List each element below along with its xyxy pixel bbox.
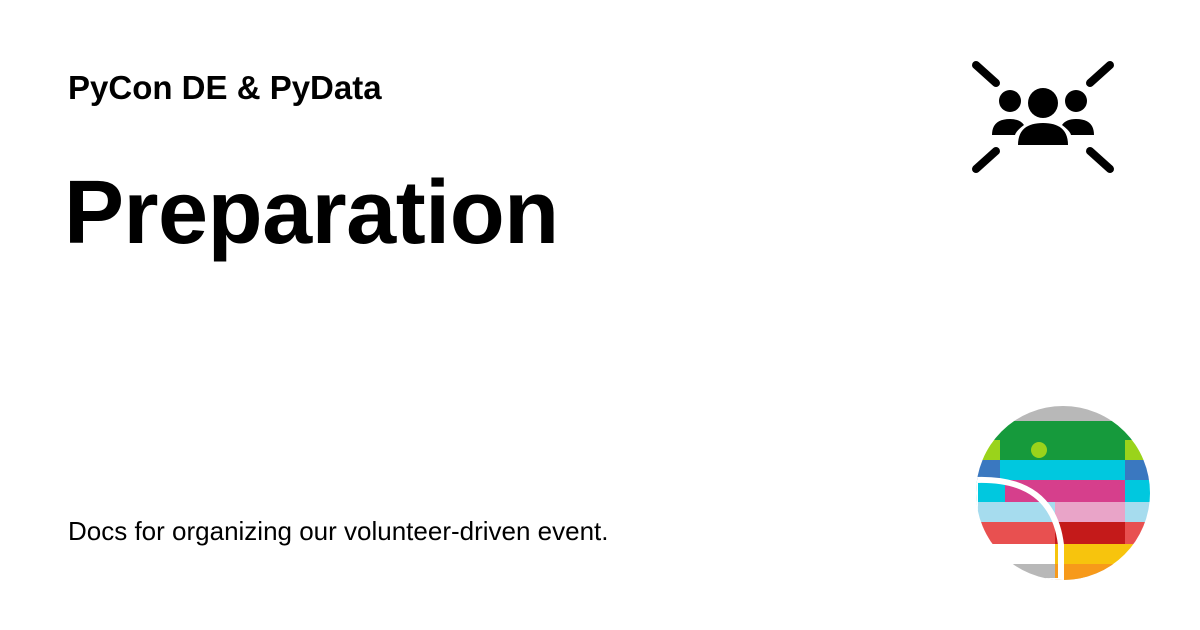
page-description: Docs for organizing our volunteer-driven… — [68, 516, 609, 546]
people-group-icon — [968, 57, 1118, 177]
site-name: PyCon DE & PyData — [68, 69, 382, 106]
pycon-de-logo — [975, 405, 1151, 581]
page-title: Preparation — [64, 163, 559, 263]
